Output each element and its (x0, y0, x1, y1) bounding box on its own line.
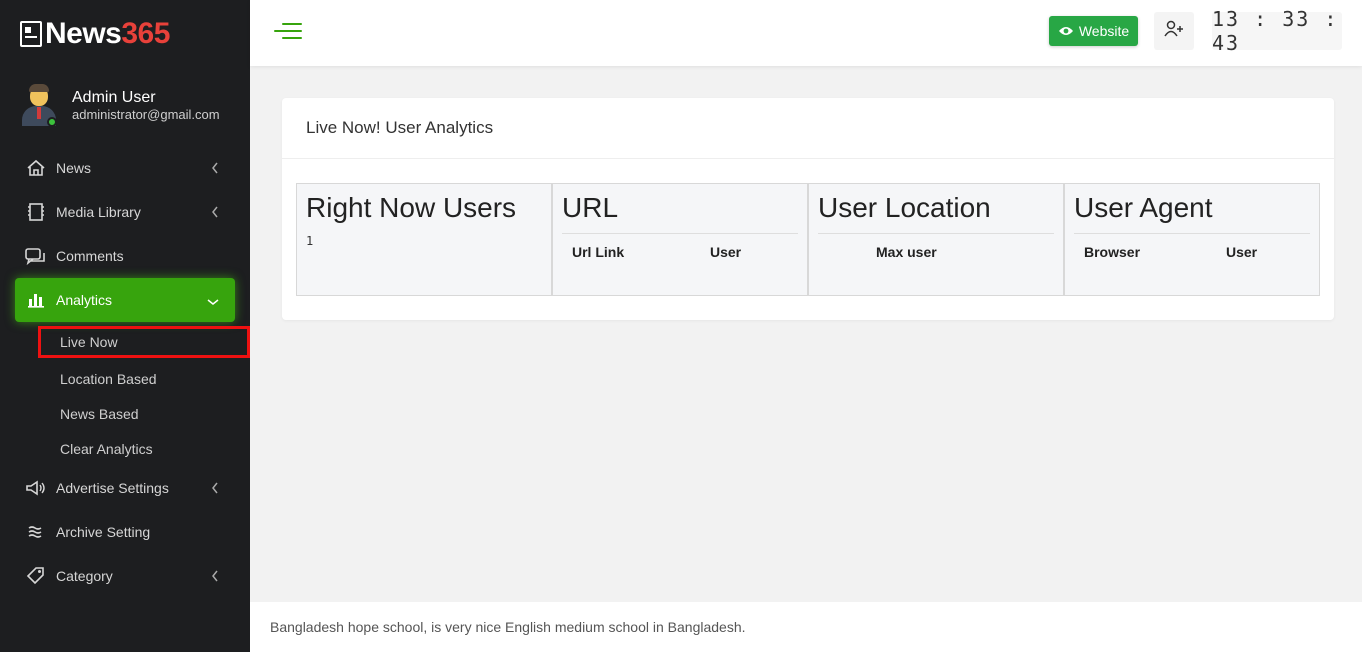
panel-title: URL (562, 192, 798, 234)
right-now-users-panel: Right Now Users 1 (296, 183, 552, 296)
user-agent-panel: User Agent Browser User (1064, 183, 1320, 296)
website-button-label: Website (1078, 23, 1130, 39)
sidebar-item-archive-setting[interactable]: Archive Setting (15, 510, 235, 554)
sidebar-subitem-news-based[interactable]: News Based (15, 396, 235, 431)
analytics-grid: Right Now Users 1 URL Url Link User User… (296, 183, 1320, 296)
megaphone-icon (25, 477, 47, 499)
user-panel[interactable]: Admin User administrator@gmail.com (20, 84, 220, 127)
sidebar-item-media-library[interactable]: Media Library (15, 190, 235, 234)
sidebar-item-comments[interactable]: Comments (15, 234, 235, 278)
sidebar: News 365 Admin User administrator@gmail.c… (0, 0, 250, 652)
user-name: Admin User (72, 88, 156, 106)
user-email: administrator@gmail.com (72, 106, 220, 122)
tag-icon (25, 565, 47, 587)
table-header: Max user (818, 244, 1054, 260)
comments-icon (25, 245, 47, 267)
eye-icon (1058, 25, 1074, 37)
online-status-dot (47, 117, 57, 127)
topbar: Website 13 : 33 : 43 (250, 0, 1362, 66)
chevron-down-icon (207, 293, 219, 309)
sidebar-item-analytics[interactable]: Analytics (15, 278, 235, 322)
brand-logo[interactable]: News 365 (20, 14, 170, 54)
live-analytics-card: Live Now! User Analytics Right Now Users… (282, 98, 1334, 320)
sidebar-item-category[interactable]: Category (15, 554, 235, 598)
sidebar-item-advertise-settings[interactable]: Advertise Settings (15, 466, 235, 510)
brand-number: 365 (121, 17, 170, 50)
table-header: Url Link User (562, 244, 798, 260)
sidebar-item-label: News (56, 160, 92, 176)
column-header: Browser (1084, 244, 1141, 260)
column-header: Max user (876, 244, 937, 260)
chevron-left-icon (211, 205, 219, 221)
sidebar-item-label: Archive Setting (56, 524, 151, 540)
sidebar-item-label: Category (56, 568, 113, 584)
user-location-panel: User Location Max user (808, 183, 1064, 296)
chevron-left-icon (211, 161, 219, 177)
sidebar-subitem-location-based[interactable]: Location Based (15, 361, 235, 396)
right-now-users-count: 1 (306, 234, 314, 248)
sidebar-subitem-live-now[interactable]: Live Now (38, 326, 250, 358)
sidebar-item-news[interactable]: News (15, 146, 235, 190)
footer-text: Bangladesh hope school, is very nice Eng… (270, 619, 746, 635)
avatar (20, 84, 58, 127)
add-user-icon (1164, 20, 1184, 43)
sidebar-item-label: Analytics (56, 292, 113, 308)
newspaper-icon (20, 21, 42, 47)
panel-title: User Location (818, 192, 1054, 234)
add-user-button[interactable] (1154, 12, 1194, 50)
waves-icon (25, 521, 47, 543)
card-title: Live Now! User Analytics (282, 98, 1334, 159)
sidebar-item-label: Comments (56, 248, 124, 264)
menu-toggle-icon[interactable] (274, 20, 302, 42)
sidebar-nav: News Media Library Comments Analytics Li… (15, 146, 250, 598)
bar-chart-icon (25, 289, 47, 311)
column-header: User (710, 244, 742, 260)
chevron-left-icon (211, 481, 219, 497)
sidebar-item-label: Media Library (56, 204, 141, 220)
footer: Bangladesh hope school, is very nice Eng… (250, 602, 1362, 652)
panel-title: User Agent (1074, 192, 1310, 234)
table-header: Browser User (1074, 244, 1310, 260)
brand-name: News (45, 17, 122, 50)
film-icon (25, 201, 47, 223)
column-header: Url Link (572, 244, 625, 260)
website-button[interactable]: Website (1049, 16, 1138, 46)
sidebar-item-label: Advertise Settings (56, 480, 169, 496)
home-icon (25, 157, 47, 179)
column-header: User (1226, 244, 1258, 260)
url-panel: URL Url Link User (552, 183, 808, 296)
analytics-submenu: Live Now Location Based News Based Clear… (15, 326, 250, 466)
panel-title: Right Now Users (306, 192, 517, 223)
chevron-left-icon (211, 569, 219, 585)
digital-clock: 13 : 33 : 43 (1212, 7, 1342, 55)
sidebar-subitem-clear-analytics[interactable]: Clear Analytics (15, 431, 235, 466)
